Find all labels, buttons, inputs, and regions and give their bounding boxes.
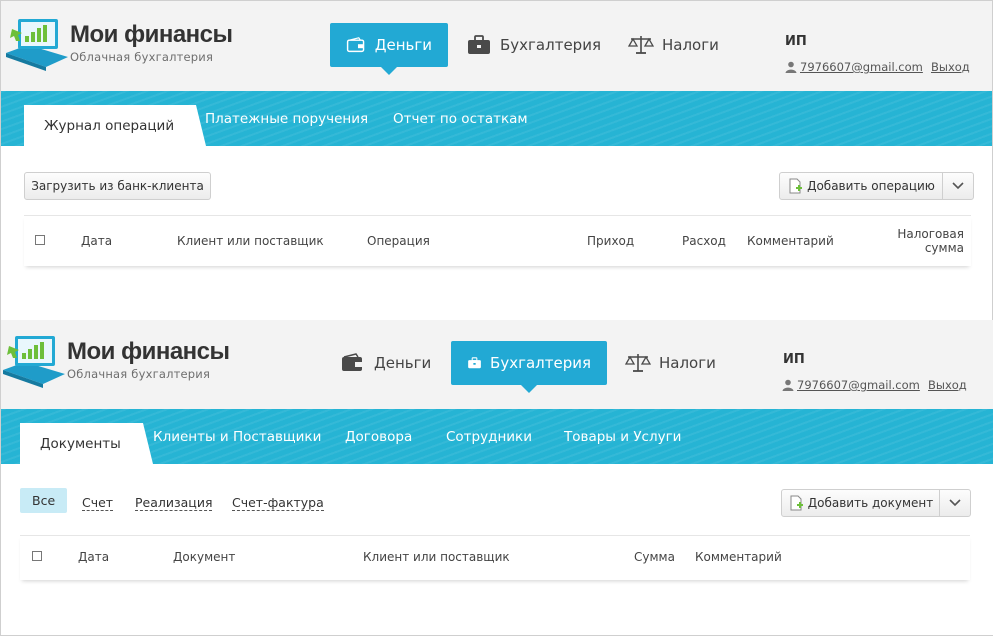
chevron-down-icon — [952, 182, 964, 190]
tab-goods-services[interactable]: Товары и Услуги — [564, 409, 681, 464]
app-subtitle: Облачная бухгалтерия — [70, 50, 214, 64]
tab-contracts[interactable]: Договора — [345, 409, 412, 464]
nav-accounting-label: Бухгалтерия — [500, 36, 601, 54]
add-document-button[interactable]: Добавить документ — [781, 489, 940, 517]
app-title: Мои финансы — [70, 21, 233, 48]
user-email-link[interactable]: 7976607@gmail.com — [782, 378, 920, 392]
add-operation-dropdown[interactable] — [942, 172, 974, 200]
briefcase-icon — [468, 35, 490, 54]
nav-money[interactable]: Деньги — [330, 23, 448, 75]
laptop-chart-icon — [6, 19, 68, 71]
filter-invoice[interactable]: Счет — [82, 495, 114, 511]
select-all-checkbox[interactable] — [35, 235, 45, 245]
col-date[interactable]: Дата — [78, 550, 109, 564]
col-tax-sum[interactable]: Налоговая сумма — [874, 227, 964, 255]
col-document[interactable]: Документ — [173, 550, 235, 564]
app-header: Мои финансы Облачная бухгалтерия Деньги … — [1, 1, 992, 91]
laptop-chart-icon — [3, 336, 65, 388]
nav-taxes[interactable]: Налоги — [625, 341, 716, 385]
nav-taxes-label: Налоги — [662, 36, 719, 54]
add-document-icon — [789, 178, 803, 194]
nav-money-label: Деньги — [374, 36, 432, 54]
tab-employees[interactable]: Сотрудники — [446, 409, 532, 464]
col-date[interactable]: Дата — [81, 234, 112, 248]
select-all-checkbox[interactable] — [32, 551, 42, 561]
documents-table-header: Дата Документ Клиент или поставщик Сумма… — [20, 535, 970, 580]
money-screen: Мои финансы Облачная бухгалтерия Деньги … — [0, 0, 993, 322]
org-name: ИП — [785, 34, 807, 49]
add-document-dropdown[interactable] — [939, 489, 971, 517]
nav-accounting[interactable]: Бухгалтерия — [466, 23, 601, 67]
briefcase-icon — [468, 357, 481, 369]
org-name: ИП — [783, 352, 805, 367]
nav-money-label: Деньги — [374, 354, 432, 372]
col-income[interactable]: Приход — [587, 234, 634, 248]
tab-payment-orders[interactable]: Платежные поручения — [205, 91, 368, 146]
col-tax-sum-line1: Налоговая — [897, 227, 964, 241]
col-comment[interactable]: Комментарий — [747, 234, 834, 248]
filter-sale[interactable]: Реализация — [135, 495, 213, 511]
user-email: 7976607@gmail.com — [800, 60, 923, 74]
user-email: 7976607@gmail.com — [797, 378, 920, 392]
nav-money[interactable]: Деньги — [340, 341, 431, 385]
tab-documents[interactable]: Документы — [20, 423, 153, 464]
accounting-screen: Мои финансы Облачная бухгалтерия Деньги … — [0, 320, 993, 636]
user-icon — [782, 379, 794, 391]
app-title: Мои финансы — [67, 338, 230, 365]
scales-icon — [628, 36, 654, 54]
wallet-icon — [346, 37, 365, 53]
app-logo[interactable]: Мои финансы Облачная бухгалтерия — [3, 334, 243, 394]
add-document-label: Добавить документ — [807, 496, 934, 510]
add-operation-button[interactable]: Добавить операцию — [779, 172, 943, 200]
tab-operations-journal[interactable]: Журнал операций — [24, 105, 207, 146]
operations-table-header: Дата Клиент или поставщик Операция Прихо… — [24, 215, 971, 266]
tab-balance-report[interactable]: Отчет по остаткам — [393, 91, 528, 146]
accounting-tabbar: Документы Клиенты и Поставщики Договора … — [1, 409, 993, 464]
logout-link[interactable]: Выход — [931, 60, 970, 74]
money-tabbar: Журнал операций Платежные поручения Отче… — [1, 91, 992, 146]
nav-accounting-label: Бухгалтерия — [490, 354, 591, 372]
col-sum[interactable]: Сумма — [634, 550, 675, 564]
col-operation[interactable]: Операция — [367, 234, 430, 248]
add-document-icon — [790, 495, 803, 511]
filter-all[interactable]: Все — [20, 488, 68, 513]
app-subtitle: Облачная бухгалтерия — [67, 367, 211, 381]
nav-taxes[interactable]: Налоги — [628, 23, 719, 67]
col-client[interactable]: Клиент или поставщик — [177, 234, 324, 248]
app-header: Мои финансы Облачная бухгалтерия Деньги … — [1, 320, 993, 410]
col-tax-sum-line2: сумма — [924, 241, 964, 255]
scales-icon — [625, 354, 651, 372]
add-operation-label: Добавить операцию — [807, 179, 935, 193]
tab-clients-suppliers[interactable]: Клиенты и Поставщики — [153, 409, 321, 464]
nav-taxes-label: Налоги — [659, 354, 716, 372]
user-email-link[interactable]: 7976607@gmail.com — [785, 60, 923, 74]
app-logo[interactable]: Мои финансы Облачная бухгалтерия — [6, 17, 246, 77]
load-bank-button[interactable]: Загрузить из банк-клиента — [24, 172, 211, 200]
col-client[interactable]: Клиент или поставщик — [363, 550, 510, 564]
wallet-icon — [342, 353, 362, 371]
col-expense[interactable]: Расход — [682, 234, 726, 248]
chevron-down-icon — [949, 499, 961, 507]
filter-tax-invoice[interactable]: Счет-фактура — [232, 495, 324, 511]
logout-link[interactable]: Выход — [928, 378, 967, 392]
col-comment[interactable]: Комментарий — [695, 550, 782, 564]
user-icon — [785, 61, 797, 73]
nav-accounting[interactable]: Бухгалтерия — [451, 341, 607, 393]
